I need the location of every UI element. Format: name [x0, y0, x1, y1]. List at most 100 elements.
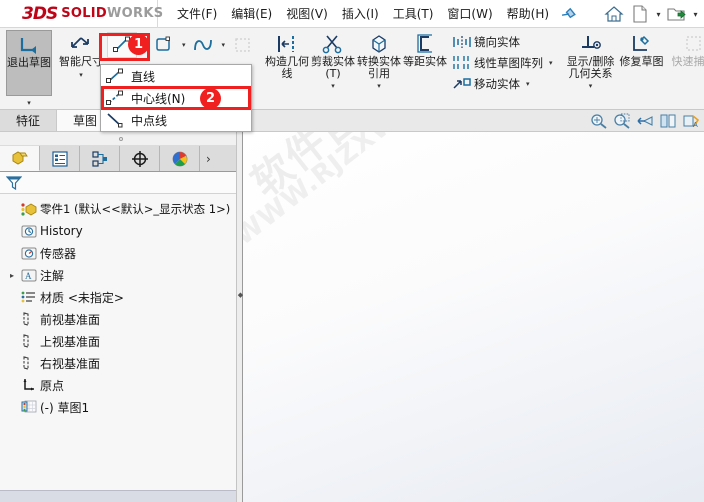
panel-collapse-handle[interactable]	[0, 132, 241, 146]
tree-node-sensors-label: 传感器	[40, 246, 77, 261]
panel-tab-display-manager[interactable]	[160, 146, 200, 171]
zoom-to-fit-icon[interactable]	[590, 113, 608, 129]
repair-sketch-button[interactable]: 修复草图	[619, 30, 665, 68]
offset-entities-button[interactable]: 等距实体	[402, 30, 448, 68]
move-entities-label: 移动实体	[474, 77, 521, 91]
panel-tabs-more-arrow[interactable]: ›	[200, 146, 217, 171]
part-icon	[18, 201, 40, 217]
flyout-item-midpoint-line[interactable]: 中点线	[101, 109, 251, 131]
ribbon-group-relations: 显示/删除几何关系 ▾ 修复草图	[563, 28, 665, 110]
panel-tab-configuration-manager[interactable]	[80, 146, 120, 171]
panel-tab-feature-manager[interactable]	[0, 146, 40, 171]
home-icon[interactable]	[602, 2, 626, 26]
tree-node-sketch1[interactable]: (-) 草图1	[0, 396, 241, 418]
pin-icon[interactable]	[559, 4, 578, 23]
quick-snaps-label: 快速捕捉	[671, 55, 704, 68]
tree-node-annotations-arrow[interactable]: ▸	[6, 271, 18, 280]
move-entities-icon	[452, 76, 474, 92]
construction-geometry-button[interactable]: 构造几何线	[264, 30, 310, 80]
new-document-icon[interactable]	[628, 2, 652, 26]
exit-sketch-label: 退出草图	[7, 56, 51, 69]
menu-bar: 3DS SOLID WORKS 文件(F) 编辑(E) 视图(V) 插入(I) …	[0, 0, 704, 28]
smart-dimension-caret[interactable]: ▾	[79, 71, 83, 79]
convert-entities-caret[interactable]: ▾	[377, 82, 381, 90]
exit-sketch-caret[interactable]: ▾	[27, 99, 31, 107]
menu-tools[interactable]: 工具(T)	[386, 2, 441, 25]
tab-features[interactable]: 特征	[0, 110, 58, 131]
linear-sketch-pattern-icon	[452, 55, 474, 71]
trim-entities-label: 剪裁实体(T)	[311, 55, 356, 80]
annotations-icon: A	[18, 267, 40, 283]
offset-entities-label: 等距实体	[403, 55, 448, 68]
linear-sketch-pattern-caret[interactable]: ▾	[549, 59, 553, 67]
rectangle-tool-button[interactable]	[149, 32, 179, 58]
move-entities-button[interactable]: 移动实体 ▾	[448, 74, 557, 94]
watermark-url-faint: WWW.RJZXW.COM	[243, 132, 468, 252]
open-folder-icon[interactable]	[665, 2, 689, 26]
new-document-dropdown-caret[interactable]: ▾	[654, 10, 663, 19]
spline-tool-dropdown-caret[interactable]: ▾	[219, 32, 229, 58]
trim-entities-caret[interactable]: ▾	[331, 82, 335, 90]
tree-node-origin[interactable]: 原点	[0, 374, 241, 396]
tree-node-sensors[interactable]: 传感器	[0, 242, 241, 264]
tree-node-top-plane[interactable]: 上视基准面	[0, 330, 241, 352]
tree-node-sketch1-label: (-) 草图1	[40, 400, 90, 415]
menu-edit[interactable]: 编辑(E)	[224, 2, 279, 25]
material-icon	[18, 289, 40, 305]
tree-node-front-plane-label: 前视基准面	[40, 312, 101, 327]
linear-sketch-pattern-button[interactable]: 线性草图阵列 ▾	[448, 53, 557, 73]
centerline-icon	[105, 89, 131, 107]
tree-node-right-plane[interactable]: 右视基准面	[0, 352, 241, 374]
zoom-to-area-icon[interactable]	[613, 113, 631, 129]
offset-entities-icon	[413, 33, 437, 55]
mirror-entities-button[interactable]: 镜向实体	[448, 32, 557, 52]
repair-sketch-icon	[630, 33, 654, 55]
panel-tab-dimxpert-manager[interactable]	[120, 146, 160, 171]
tree-root-label: 零件1 (默认<<默认>_显示状态 1>)	[40, 202, 231, 216]
trim-entities-button[interactable]: 剪裁实体(T)	[310, 30, 356, 80]
menu-insert[interactable]: 插入(I)	[335, 2, 386, 25]
tree-node-top-plane-label: 上视基准面	[40, 334, 101, 349]
solidworks-window: 3DS SOLID WORKS 文件(F) 编辑(E) 视图(V) 插入(I) …	[0, 0, 704, 502]
rectangle-tool-dropdown-caret[interactable]: ▾	[179, 32, 189, 58]
tree-node-history[interactable]: History	[0, 220, 241, 242]
menu-view[interactable]: 视图(V)	[279, 2, 335, 25]
spline-tool-button[interactable]	[189, 32, 219, 58]
panel-handle-dot	[118, 136, 123, 141]
menu-file[interactable]: 文件(F)	[170, 2, 224, 25]
history-icon	[18, 223, 40, 239]
open-folder-dropdown-caret[interactable]: ▾	[691, 10, 700, 19]
feature-tree-filter-bar[interactable]	[0, 172, 241, 194]
graphics-area[interactable]: 软件自学网 WWW.RJZXW.COM www.rjzxw.com	[243, 132, 704, 502]
flyout-item-centerline[interactable]: 中心线(N)	[101, 87, 251, 109]
previous-view-icon[interactable]	[636, 113, 654, 129]
panel-splitter[interactable]: ◆	[236, 132, 243, 502]
display-style-icon[interactable]: A	[682, 113, 700, 129]
tree-node-annotations-label: 注解	[40, 268, 65, 283]
solidworks-logo: 3DS SOLID WORKS	[0, 0, 163, 28]
sketch-icon	[18, 399, 40, 415]
flyout-item-line[interactable]: 直线	[101, 65, 251, 87]
tree-node-front-plane[interactable]: 前视基准面	[0, 308, 241, 330]
sensor-icon	[18, 245, 40, 261]
menu-help[interactable]: 帮助(H)	[500, 2, 556, 25]
panel-tab-property-manager[interactable]	[40, 146, 80, 171]
move-entities-caret[interactable]: ▾	[526, 80, 530, 88]
annotation-badge-2: 2	[200, 88, 221, 109]
display-delete-relations-button[interactable]: 显示/删除几何关系	[563, 30, 619, 80]
exit-sketch-button[interactable]: 退出草图	[6, 30, 52, 96]
line-icon	[105, 67, 131, 85]
menu-items: 文件(F) 编辑(E) 视图(V) 插入(I) 工具(T) 窗口(W) 帮助(H…	[170, 2, 576, 25]
tree-node-root[interactable]: 零件1 (默认<<默认>_显示状态 1>)	[0, 198, 241, 220]
section-view-icon[interactable]	[659, 113, 677, 129]
convert-entities-button[interactable]: 转换实体引用	[356, 30, 402, 80]
tree-node-history-label: History	[40, 224, 83, 238]
display-delete-relations-icon	[578, 33, 604, 55]
smart-dimension-button[interactable]: 智能尺寸	[58, 30, 104, 68]
construction-geometry-icon	[274, 33, 300, 55]
menu-window[interactable]: 窗口(W)	[440, 2, 499, 25]
display-delete-relations-caret[interactable]: ▾	[589, 82, 593, 90]
tree-node-material[interactable]: 材质 <未指定>	[0, 286, 241, 308]
tree-node-annotations[interactable]: ▸ A 注解	[0, 264, 241, 286]
display-delete-relations-label: 显示/删除几何关系	[566, 55, 615, 80]
